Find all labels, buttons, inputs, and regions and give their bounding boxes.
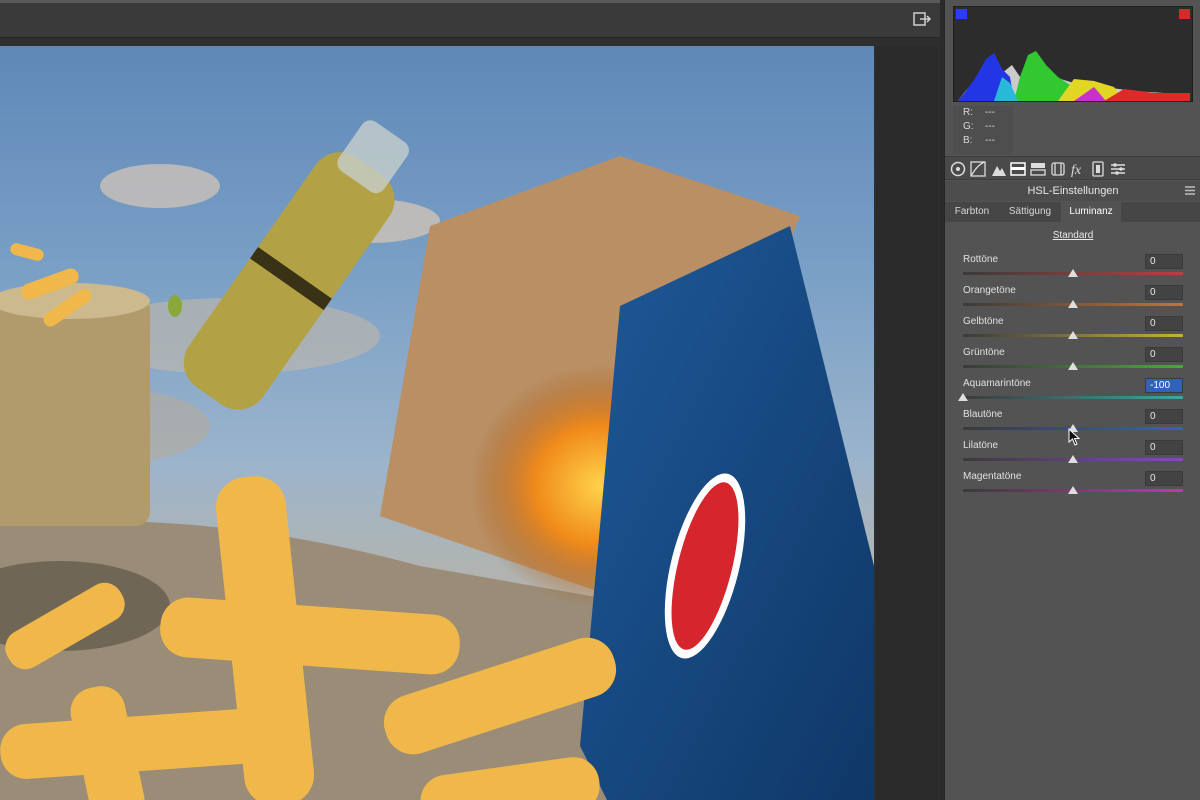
photo-illustration	[0, 120, 874, 800]
slider-thumb[interactable]	[1068, 331, 1078, 339]
slider-thumb[interactable]	[1068, 455, 1078, 463]
slider-row: Aquamarintöne -100	[958, 378, 1183, 409]
slider-thumb[interactable]	[1068, 269, 1078, 277]
panel-tab-icons: fx	[945, 156, 1200, 180]
slider-thumb[interactable]	[958, 393, 968, 401]
slider-row: Gelbtöne 0	[963, 316, 1183, 347]
slider-row: Magentatöne 0	[963, 471, 1183, 502]
split-toning-icon[interactable]	[1029, 160, 1047, 178]
slider-label: Grüntöne	[963, 347, 1005, 358]
panel-menu-icon[interactable]	[1185, 186, 1195, 195]
slider-row: Orangetöne 0	[963, 285, 1183, 316]
slider-label: Aquamarintöne	[963, 378, 1031, 389]
section-title: HSL-Einstellungen	[945, 181, 1200, 201]
slider-value-input[interactable]: 0	[1145, 409, 1183, 424]
rgb-readout: R: --- G: --- B: ---	[953, 106, 1013, 154]
adjustment-panel: R: --- G: --- B: --- fx HSL-Einstellunge…	[944, 0, 1200, 800]
lens-icon[interactable]	[1049, 160, 1067, 178]
export-icon[interactable]	[912, 10, 932, 28]
slider-thumb[interactable]	[1068, 486, 1078, 494]
histogram	[953, 6, 1193, 102]
camera-raw-window: R: --- G: --- B: --- fx HSL-Einstellunge…	[0, 0, 1200, 800]
shadow-clipping-warning-icon[interactable]	[956, 9, 967, 19]
histogram-graph	[958, 51, 1190, 101]
tone-curve-icon[interactable]	[969, 160, 987, 178]
tab-saettigung[interactable]: Sättigung	[1001, 202, 1059, 222]
readout-r: R: ---	[963, 107, 995, 118]
slider-row: Rottöne 0	[963, 254, 1183, 285]
top-strip	[0, 0, 940, 3]
slider-value-input[interactable]: 0	[1145, 316, 1183, 331]
slider-thumb[interactable]	[1068, 300, 1078, 308]
slider-label: Lilatöne	[963, 440, 999, 451]
canvas-side-area	[876, 46, 938, 800]
slider-value-input[interactable]: 0	[1145, 440, 1183, 455]
presets-icon[interactable]	[1109, 160, 1127, 178]
svg-text:fx: fx	[1071, 163, 1082, 178]
standard-reset-link[interactable]: Standard	[945, 230, 1200, 241]
image-canvas-area	[0, 38, 940, 800]
slider-label: Orangetöne	[963, 285, 1016, 296]
preview-image[interactable]	[0, 46, 874, 800]
basic-icon[interactable]	[949, 160, 967, 178]
top-toolbar	[0, 0, 940, 38]
mouse-cursor-icon	[1068, 428, 1081, 446]
hsl-tabs: Farbton Sättigung Luminanz	[945, 202, 1200, 222]
tab-luminanz[interactable]: Luminanz	[1061, 202, 1121, 222]
hsl-icon[interactable]	[1009, 160, 1027, 178]
slider-track[interactable]	[963, 396, 1183, 399]
slider-label: Rottöne	[963, 254, 999, 265]
highlight-clipping-warning-icon[interactable]	[1179, 9, 1190, 19]
slider-label: Gelbtöne	[963, 316, 1004, 327]
slider-thumb[interactable]	[1068, 362, 1078, 370]
slider-value-input[interactable]: 0	[1145, 347, 1183, 362]
tab-farbton[interactable]: Farbton	[947, 202, 997, 222]
calibration-icon[interactable]	[1089, 160, 1107, 178]
slider-value-input[interactable]: 0	[1145, 254, 1183, 269]
slider-label: Blautöne	[963, 409, 1003, 420]
section-title-label: HSL-Einstellungen	[1027, 185, 1119, 197]
slider-value-input[interactable]: 0	[1145, 285, 1183, 300]
slider-value-input[interactable]: 0	[1145, 471, 1183, 486]
readout-g: G: ---	[963, 121, 995, 132]
slider-label: Magentatöne	[963, 471, 1022, 482]
slider-row: Grüntöne 0	[963, 347, 1183, 378]
slider-value-input[interactable]: -100	[1145, 378, 1183, 393]
detail-icon[interactable]	[990, 160, 1008, 178]
readout-b: B: ---	[963, 135, 995, 146]
fx-icon[interactable]: fx	[1069, 160, 1087, 178]
